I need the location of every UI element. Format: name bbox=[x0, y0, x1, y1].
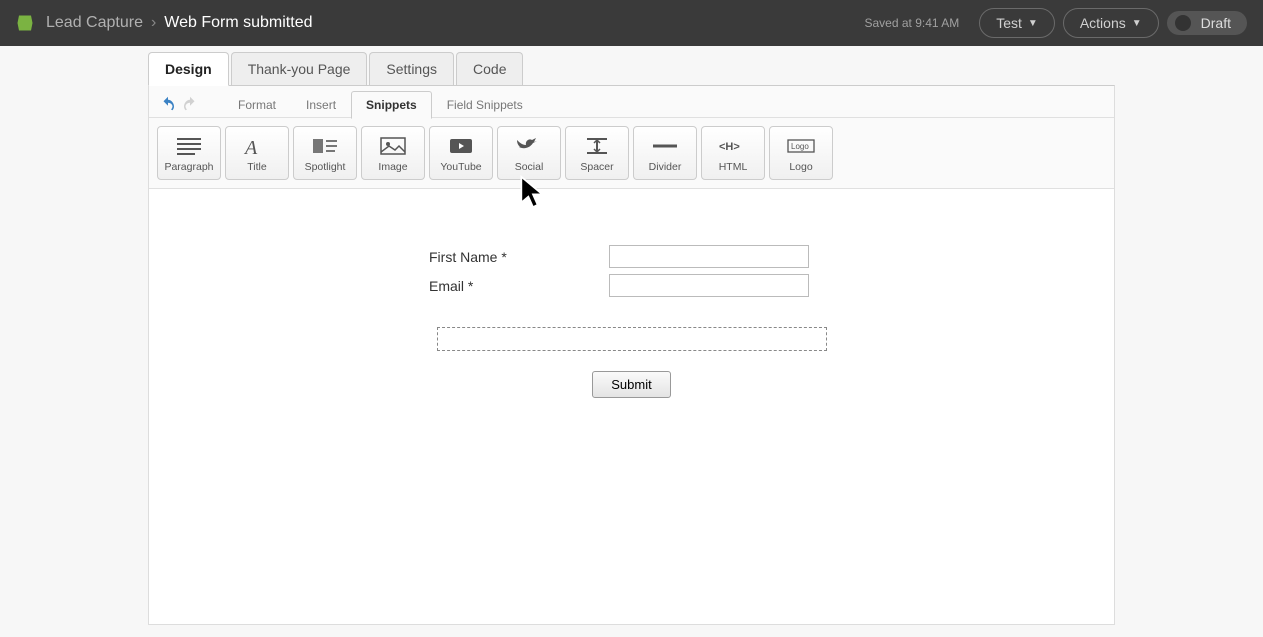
snippet-label: Title bbox=[247, 161, 266, 173]
snippet-label: YouTube bbox=[440, 161, 481, 173]
snippet-html[interactable]: <H> HTML bbox=[701, 126, 765, 180]
snippet-drop-zone[interactable] bbox=[437, 327, 827, 351]
snippet-logo[interactable]: Logo Logo bbox=[769, 126, 833, 180]
snippet-label: Logo bbox=[789, 161, 812, 173]
subtab-format[interactable]: Format bbox=[223, 91, 291, 119]
subtab-insert[interactable]: Insert bbox=[291, 91, 351, 119]
test-button-label: Test bbox=[996, 15, 1022, 31]
app-logo-icon bbox=[16, 14, 34, 32]
undo-icon[interactable] bbox=[159, 96, 177, 114]
saved-timestamp: Saved at 9:41 AM bbox=[865, 16, 960, 30]
tab-settings[interactable]: Settings bbox=[369, 52, 454, 86]
test-button[interactable]: Test ▼ bbox=[979, 8, 1055, 38]
email-label: Email * bbox=[429, 278, 609, 294]
breadcrumb-parent[interactable]: Lead Capture bbox=[46, 14, 143, 32]
redo-icon[interactable] bbox=[181, 96, 199, 114]
actions-button[interactable]: Actions ▼ bbox=[1063, 8, 1159, 38]
page-title: Web Form submitted bbox=[164, 14, 312, 32]
first-name-input[interactable] bbox=[609, 245, 809, 268]
breadcrumb: Lead Capture › Web Form submitted bbox=[46, 14, 865, 32]
tab-design[interactable]: Design bbox=[148, 52, 229, 86]
snippet-youtube[interactable]: YouTube bbox=[429, 126, 493, 180]
editor-toolbar: Format Insert Snippets Field Snippets bbox=[149, 86, 1114, 118]
spacer-icon bbox=[581, 134, 613, 158]
actions-button-label: Actions bbox=[1080, 15, 1126, 31]
snippet-label: Spotlight bbox=[305, 161, 346, 173]
tab-thank-you[interactable]: Thank-you Page bbox=[231, 52, 368, 86]
breadcrumb-separator: › bbox=[151, 14, 156, 32]
snippet-title[interactable]: A Title bbox=[225, 126, 289, 180]
snippet-label: Social bbox=[515, 161, 544, 173]
subtab-field-snippets[interactable]: Field Snippets bbox=[432, 91, 538, 119]
snippet-spacer[interactable]: Spacer bbox=[565, 126, 629, 180]
app-header: Lead Capture › Web Form submitted Saved … bbox=[0, 0, 1263, 46]
status-toggle-dot bbox=[1175, 15, 1191, 31]
first-name-label: First Name * bbox=[429, 249, 609, 265]
image-icon bbox=[377, 134, 409, 158]
snippet-paragraph[interactable]: Paragraph bbox=[157, 126, 221, 180]
snippet-image[interactable]: Image bbox=[361, 126, 425, 180]
tab-code[interactable]: Code bbox=[456, 52, 523, 86]
spotlight-icon bbox=[309, 134, 341, 158]
svg-text:<H>: <H> bbox=[719, 141, 740, 153]
logo-icon: Logo bbox=[785, 134, 817, 158]
paragraph-icon bbox=[173, 134, 205, 158]
submit-button[interactable]: Submit bbox=[592, 371, 670, 398]
social-bird-icon bbox=[513, 134, 545, 158]
title-icon: A bbox=[241, 134, 273, 158]
snippet-label: Image bbox=[378, 161, 407, 173]
editor-panel: Format Insert Snippets Field Snippets Pa… bbox=[148, 85, 1115, 625]
divider-icon bbox=[649, 134, 681, 158]
svg-text:A: A bbox=[243, 137, 258, 156]
subtab-snippets[interactable]: Snippets bbox=[351, 91, 432, 119]
form-row-first-name: First Name * bbox=[429, 245, 1014, 268]
snippet-spotlight[interactable]: Spotlight bbox=[293, 126, 357, 180]
youtube-icon bbox=[445, 134, 477, 158]
form-canvas[interactable]: First Name * Email * Submit bbox=[149, 189, 1114, 448]
email-input[interactable] bbox=[609, 274, 809, 297]
html-icon: <H> bbox=[717, 134, 749, 158]
svg-text:Logo: Logo bbox=[791, 142, 809, 151]
snippet-divider[interactable]: Divider bbox=[633, 126, 697, 180]
snippet-label: HTML bbox=[719, 161, 748, 173]
chevron-down-icon: ▼ bbox=[1028, 18, 1038, 29]
snippet-social[interactable]: Social bbox=[497, 126, 561, 180]
snippet-label: Divider bbox=[649, 161, 682, 173]
form-row-email: Email * bbox=[429, 274, 1014, 297]
status-label: Draft bbox=[1201, 15, 1231, 31]
main-tab-bar: Design Thank-you Page Settings Code bbox=[148, 52, 1263, 86]
status-badge[interactable]: Draft bbox=[1167, 11, 1247, 35]
snippet-label: Spacer bbox=[580, 161, 613, 173]
snippet-toolbar: Paragraph A Title Spotlight Image YouTub… bbox=[149, 118, 1114, 189]
chevron-down-icon: ▼ bbox=[1132, 18, 1142, 29]
snippet-label: Paragraph bbox=[164, 161, 213, 173]
